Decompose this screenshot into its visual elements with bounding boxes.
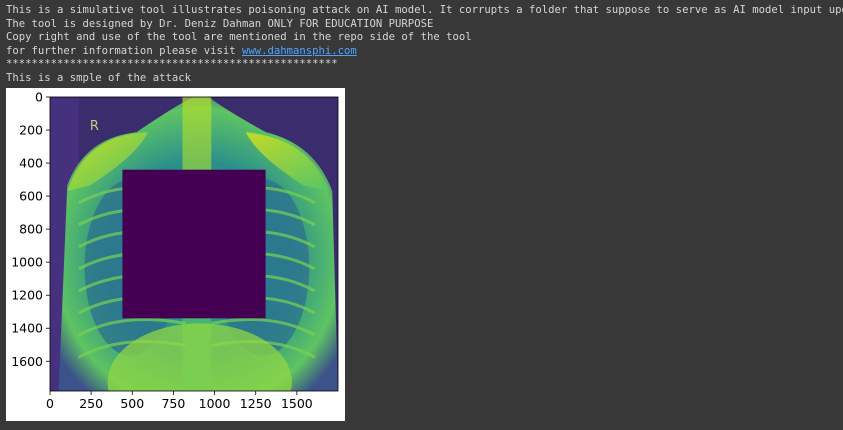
output-line-designer: The tool is designed by Dr. Deniz Dahman… <box>6 17 434 30</box>
attack-sample-plot: R 0 250 500 750 1000 1250 1500 0 200 400 600 800 100… <box>11 90 339 411</box>
x-tick-label: 250 <box>79 396 103 411</box>
xray-image: R <box>50 97 338 391</box>
website-link[interactable]: www.dahmansphi.com <box>242 45 357 57</box>
output-separator: ****************************************… <box>6 58 338 71</box>
y-tick-label: 0 <box>35 90 43 105</box>
y-tick-label: 400 <box>19 156 43 171</box>
x-tick-label: 750 <box>161 396 185 411</box>
attack-sample-figure: R 0 250 500 750 1000 1250 1500 0 200 400 600 800 100… <box>6 88 345 421</box>
y-tick-label: 1200 <box>11 288 43 303</box>
y-tick-label: 1000 <box>11 255 43 270</box>
x-tick-label: 1000 <box>199 396 231 411</box>
y-tick-label: 1600 <box>11 354 43 369</box>
output-line-intro: This is a simulative tool illustrates po… <box>6 4 843 16</box>
y-tick-label: 600 <box>19 189 43 204</box>
poison-patch <box>122 169 266 319</box>
sample-caption: This is a smple of the attack <box>6 71 191 84</box>
x-tick-label: 1250 <box>240 396 272 411</box>
x-tick-label: 1500 <box>281 396 313 411</box>
x-tick-label: 500 <box>120 396 144 411</box>
y-tick-label: 200 <box>19 123 43 138</box>
info-prefix: for further information please visit <box>6 44 242 57</box>
output-line-info: for further information please visit www… <box>6 45 841 59</box>
x-tick-label: 0 <box>46 396 54 411</box>
y-tick-label: 800 <box>19 222 43 237</box>
image-marker: R <box>90 119 99 134</box>
output-line-copyright: Copy right and use of the tool are menti… <box>6 31 472 44</box>
y-tick-label: 1400 <box>11 321 43 336</box>
cell-output: This is a simulative tool illustrates po… <box>6 4 843 86</box>
